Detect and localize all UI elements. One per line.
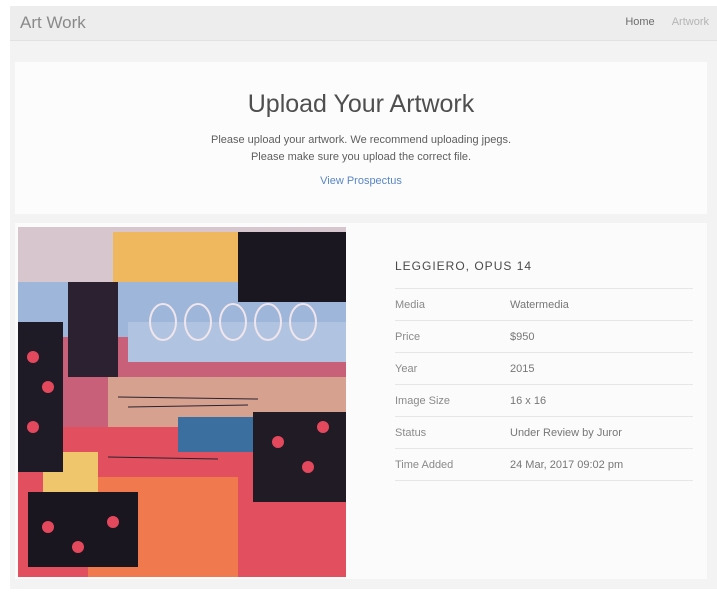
detail-value: 24 Mar, 2017 09:02 pm: [510, 448, 693, 481]
detail-row-status: Status Under Review by Juror: [395, 416, 693, 449]
upload-instructions-2: Please make sure you upload the correct …: [250, 151, 472, 163]
navbar: Art Work Home Artwork: [10, 6, 717, 41]
detail-label: Year: [395, 352, 510, 385]
detail-label: Media: [395, 288, 510, 321]
nav-links: Home Artwork: [611, 16, 709, 28]
detail-label: Image Size: [395, 384, 510, 417]
detail-value: Watermedia: [510, 288, 693, 321]
art-dark-block-left: [18, 322, 63, 472]
nav-home-link[interactable]: Home: [625, 16, 654, 28]
art-blue-patch: [178, 417, 253, 452]
artwork-title: LEGGIERO, OPUS 14: [395, 259, 533, 273]
detail-row-time-added: Time Added 24 Mar, 2017 09:02 pm: [395, 448, 693, 481]
detail-value: Under Review by Juror: [510, 416, 693, 449]
upload-instructions: Please upload your artwork. We recommend…: [210, 134, 512, 146]
art-dark-block-top-right: [238, 232, 346, 302]
artwork-image: [18, 227, 346, 577]
brand-logo[interactable]: Art Work: [20, 13, 86, 33]
detail-value: 16 x 16: [510, 384, 693, 417]
detail-row-year: Year 2015: [395, 352, 693, 385]
art-light-blue-band: [128, 322, 346, 362]
detail-label: Time Added: [395, 448, 510, 481]
detail-value: 2015: [510, 352, 693, 385]
detail-value: $950: [510, 320, 693, 353]
view-prospectus-link[interactable]: View Prospectus: [15, 175, 707, 187]
page-title: Upload Your Artwork: [247, 90, 475, 118]
detail-row-media: Media Watermedia: [395, 288, 693, 321]
upload-hero: Upload Your Artwork Please upload your a…: [15, 62, 707, 214]
art-dark-block-mid: [68, 282, 118, 377]
detail-label: Price: [395, 320, 510, 353]
art-dark-block-right: [253, 412, 346, 502]
detail-row-price: Price $950: [395, 320, 693, 353]
nav-artwork-link[interactable]: Artwork: [672, 16, 709, 28]
detail-row-image-size: Image Size 16 x 16: [395, 384, 693, 417]
artwork-details-table: Media Watermedia Price $950 Year 2015 Im…: [395, 288, 693, 481]
detail-label: Status: [395, 416, 510, 449]
